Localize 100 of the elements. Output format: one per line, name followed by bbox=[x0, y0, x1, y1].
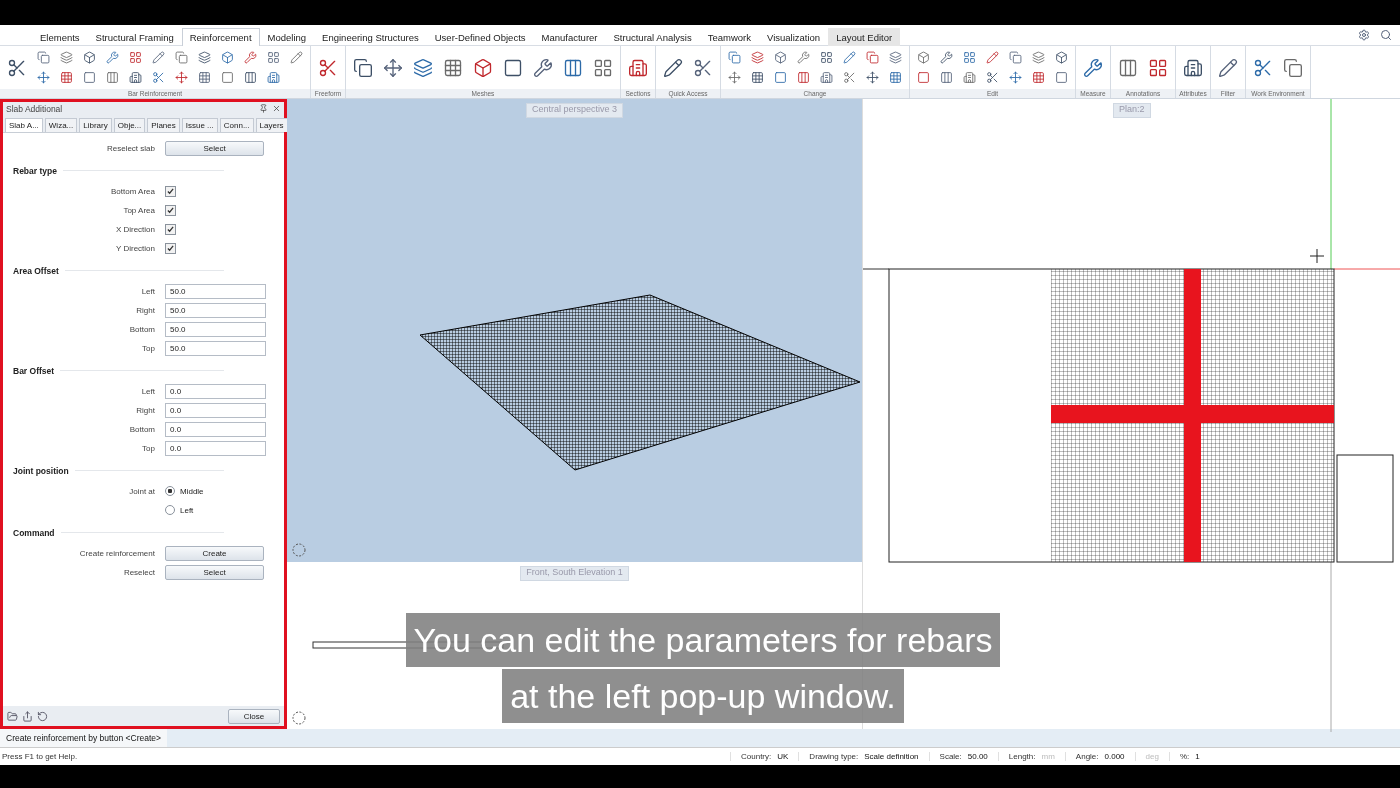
input-field[interactable]: 0.0 bbox=[165, 383, 266, 399]
square-icon[interactable] bbox=[83, 71, 96, 85]
panel-tab[interactable]: Wiza... bbox=[44, 117, 78, 132]
cube-icon[interactable] bbox=[1055, 51, 1068, 65]
layers-icon[interactable] bbox=[1032, 51, 1045, 65]
checkbox[interactable] bbox=[165, 223, 176, 235]
wrench-icon[interactable] bbox=[106, 51, 119, 65]
tiles-icon[interactable] bbox=[820, 51, 833, 65]
input-field[interactable]: 50.0 bbox=[165, 283, 266, 299]
grid-icon[interactable] bbox=[443, 57, 463, 78]
panel-tab[interactable]: Library bbox=[79, 117, 112, 132]
columns-icon[interactable] bbox=[940, 71, 953, 85]
wrench-icon[interactable] bbox=[244, 51, 257, 65]
cube-icon[interactable] bbox=[221, 51, 234, 65]
columns-icon[interactable] bbox=[1118, 57, 1138, 78]
input-field[interactable]: 0.0 bbox=[165, 402, 266, 418]
wrench-icon[interactable] bbox=[940, 51, 953, 65]
building-icon[interactable] bbox=[129, 71, 142, 85]
layers-icon[interactable] bbox=[60, 51, 73, 65]
pin-icon[interactable] bbox=[259, 104, 268, 114]
wrench-icon[interactable] bbox=[1083, 57, 1103, 78]
copy-icon[interactable] bbox=[353, 57, 373, 78]
share-icon[interactable] bbox=[22, 710, 33, 722]
move-icon[interactable] bbox=[37, 71, 50, 85]
ribbon-tab[interactable]: Modeling bbox=[259, 27, 315, 46]
grid-icon[interactable] bbox=[198, 71, 211, 85]
layers-icon[interactable] bbox=[413, 57, 433, 78]
ribbon-tab[interactable]: Structural Analysis bbox=[605, 27, 700, 46]
panel-tab[interactable]: Layers bbox=[255, 117, 288, 132]
wrench-icon[interactable] bbox=[533, 57, 553, 78]
panel-tab[interactable]: Conn... bbox=[219, 117, 254, 132]
square-icon[interactable] bbox=[774, 71, 787, 85]
tiles-icon[interactable] bbox=[593, 57, 613, 78]
select-button[interactable]: Select bbox=[165, 140, 264, 156]
select-button[interactable]: Select bbox=[165, 564, 264, 580]
grid-icon[interactable] bbox=[889, 71, 902, 85]
scissors-icon[interactable] bbox=[986, 71, 999, 85]
tiles-icon[interactable] bbox=[129, 51, 142, 65]
scissors-icon[interactable] bbox=[1253, 57, 1273, 78]
move-icon[interactable] bbox=[175, 71, 188, 85]
folder-icon[interactable] bbox=[7, 710, 18, 722]
move-icon[interactable] bbox=[383, 57, 403, 78]
ribbon-tab[interactable]: Teamwork bbox=[699, 27, 759, 46]
tiles-icon[interactable] bbox=[963, 51, 976, 65]
move-icon[interactable] bbox=[866, 71, 879, 85]
layers-icon[interactable] bbox=[198, 51, 211, 65]
undo-icon[interactable] bbox=[37, 710, 48, 722]
pencil-icon[interactable] bbox=[1218, 57, 1238, 78]
search-icon[interactable] bbox=[1380, 28, 1392, 41]
grid-icon[interactable] bbox=[60, 71, 73, 85]
square-icon[interactable] bbox=[1055, 71, 1068, 85]
building-icon[interactable] bbox=[820, 71, 833, 85]
radio-option[interactable]: Middle bbox=[165, 486, 204, 497]
columns-icon[interactable] bbox=[797, 71, 810, 85]
radio-option[interactable]: Left bbox=[165, 505, 194, 516]
square-icon[interactable] bbox=[503, 57, 523, 78]
ribbon-tab[interactable]: Elements bbox=[32, 27, 88, 46]
input-field[interactable]: 0.0 bbox=[165, 440, 266, 456]
grid-icon[interactable] bbox=[1032, 71, 1045, 85]
panel-tab[interactable]: Obje... bbox=[113, 117, 146, 132]
pencil-icon[interactable] bbox=[663, 57, 683, 78]
columns-icon[interactable] bbox=[106, 71, 119, 85]
pencil-icon[interactable] bbox=[986, 51, 999, 65]
building-icon[interactable] bbox=[963, 71, 976, 85]
close-button[interactable]: Close bbox=[228, 708, 280, 724]
scissors-icon[interactable] bbox=[843, 71, 856, 85]
ribbon-tab[interactable]: Layout Editor bbox=[828, 27, 901, 46]
checkbox[interactable] bbox=[165, 185, 176, 197]
close-icon[interactable] bbox=[272, 104, 281, 114]
cube-icon[interactable] bbox=[917, 51, 930, 65]
building-icon[interactable] bbox=[267, 71, 280, 85]
input-field[interactable]: 0.0 bbox=[165, 421, 266, 437]
scissors-icon[interactable] bbox=[152, 71, 165, 85]
ribbon-tab[interactable]: Reinforcement bbox=[181, 27, 260, 46]
copy-icon[interactable] bbox=[1283, 57, 1303, 78]
building-icon[interactable] bbox=[1183, 57, 1203, 78]
pencil-icon[interactable] bbox=[290, 51, 303, 65]
building-icon[interactable] bbox=[628, 57, 648, 78]
columns-icon[interactable] bbox=[563, 57, 583, 78]
select-button[interactable]: Create bbox=[165, 545, 264, 561]
wrench-icon[interactable] bbox=[797, 51, 810, 65]
pencil-icon[interactable] bbox=[843, 51, 856, 65]
input-field[interactable]: 50.0 bbox=[165, 321, 266, 337]
square-icon[interactable] bbox=[917, 71, 930, 85]
tiles-icon[interactable] bbox=[267, 51, 280, 65]
ribbon-tab[interactable]: User-Defined Objects bbox=[426, 27, 534, 46]
panel-tab[interactable]: Planes bbox=[147, 117, 180, 132]
scissors-icon[interactable] bbox=[318, 57, 338, 78]
move-icon[interactable] bbox=[1009, 71, 1022, 85]
layers-icon[interactable] bbox=[889, 51, 902, 65]
panel-tab[interactable]: Issue ... bbox=[181, 117, 218, 132]
pencil-icon[interactable] bbox=[152, 51, 165, 65]
ribbon-tab[interactable]: Structural Framing bbox=[87, 27, 182, 46]
panel-tab[interactable]: Slab A... bbox=[5, 117, 43, 132]
layers-icon[interactable] bbox=[751, 51, 764, 65]
columns-icon[interactable] bbox=[244, 71, 257, 85]
input-field[interactable]: 50.0 bbox=[165, 340, 266, 356]
checkbox[interactable] bbox=[165, 204, 176, 216]
grid-icon[interactable] bbox=[751, 71, 764, 85]
input-field[interactable]: 50.0 bbox=[165, 302, 266, 318]
